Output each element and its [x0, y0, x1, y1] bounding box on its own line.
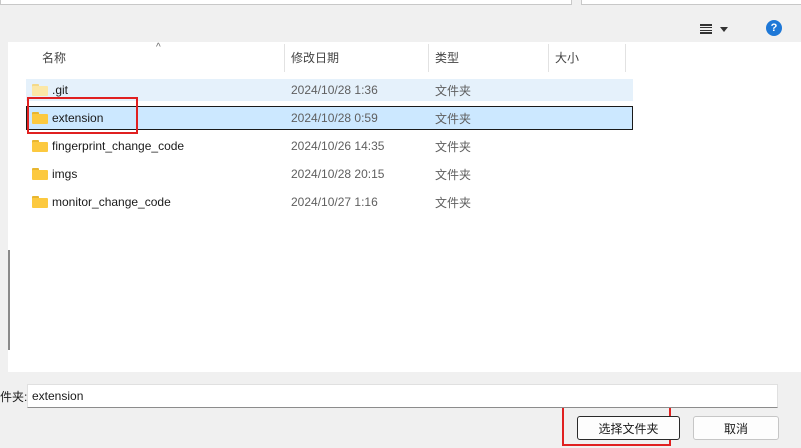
- column-header-modified-label: 修改日期: [291, 50, 340, 65]
- folder-name-input[interactable]: extension: [27, 384, 778, 408]
- file-modified: 2024/10/28 20:15: [291, 167, 385, 181]
- file-modified: 2024/10/26 14:35: [291, 139, 385, 153]
- search-box[interactable]: [581, 0, 801, 5]
- sort-ascending-icon: ^: [156, 42, 161, 53]
- file-row-imgs[interactable]: imgs 2024/10/28 20:15 文件夹: [26, 163, 633, 185]
- file-type: 文件夹: [435, 139, 472, 154]
- file-row-monitor[interactable]: monitor_change_code 2024/10/27 1:16 文件夹: [26, 191, 633, 213]
- file-type: 文件夹: [435, 195, 472, 210]
- folder-icon: [32, 168, 48, 180]
- column-divider[interactable]: [284, 44, 285, 72]
- file-modified: 2024/10/27 1:16: [291, 195, 378, 209]
- file-row-fingerprint[interactable]: fingerprint_change_code 2024/10/26 14:35…: [26, 135, 633, 157]
- column-header-name-label: 名称: [42, 50, 67, 65]
- folder-icon: [32, 84, 48, 96]
- select-folder-button[interactable]: 选择文件夹: [577, 416, 680, 440]
- column-divider[interactable]: [428, 44, 429, 72]
- annotation-highlight-extension: [27, 97, 138, 134]
- file-type: 文件夹: [435, 111, 472, 126]
- column-divider[interactable]: [625, 44, 626, 72]
- view-options-button[interactable]: [700, 20, 740, 38]
- file-type: 文件夹: [435, 167, 472, 182]
- file-name: imgs: [52, 167, 78, 181]
- column-header-name[interactable]: 名称: [42, 42, 66, 72]
- file-list: ^ 名称 修改日期 类型 大小 .git 2024/10/28 1:36 文件夹…: [8, 42, 801, 372]
- scrollbar[interactable]: [8, 250, 10, 350]
- file-modified: 2024/10/28 0:59: [291, 111, 378, 125]
- column-divider[interactable]: [548, 44, 549, 72]
- address-bar[interactable]: [0, 0, 572, 5]
- column-header-modified[interactable]: 修改日期: [291, 42, 339, 72]
- chevron-down-icon: [720, 26, 728, 32]
- folder-icon: [32, 140, 48, 152]
- column-header-type-label: 类型: [435, 50, 460, 65]
- column-header-size-label: 大小: [555, 50, 580, 65]
- file-name: .git: [52, 83, 69, 97]
- folder-icon: [32, 196, 48, 208]
- file-name: fingerprint_change_code: [52, 139, 185, 153]
- file-name: monitor_change_code: [52, 195, 171, 209]
- list-view-icon: [700, 24, 712, 34]
- folder-field-label: 件夹:: [0, 390, 28, 404]
- folder-name-value: extension: [32, 389, 84, 403]
- column-header-type[interactable]: 类型: [435, 42, 459, 72]
- help-icon[interactable]: ?: [766, 20, 782, 36]
- file-type: 文件夹: [435, 83, 472, 98]
- column-header-size[interactable]: 大小: [555, 42, 579, 72]
- file-modified: 2024/10/28 1:36: [291, 83, 378, 97]
- cancel-button[interactable]: 取消: [693, 416, 779, 440]
